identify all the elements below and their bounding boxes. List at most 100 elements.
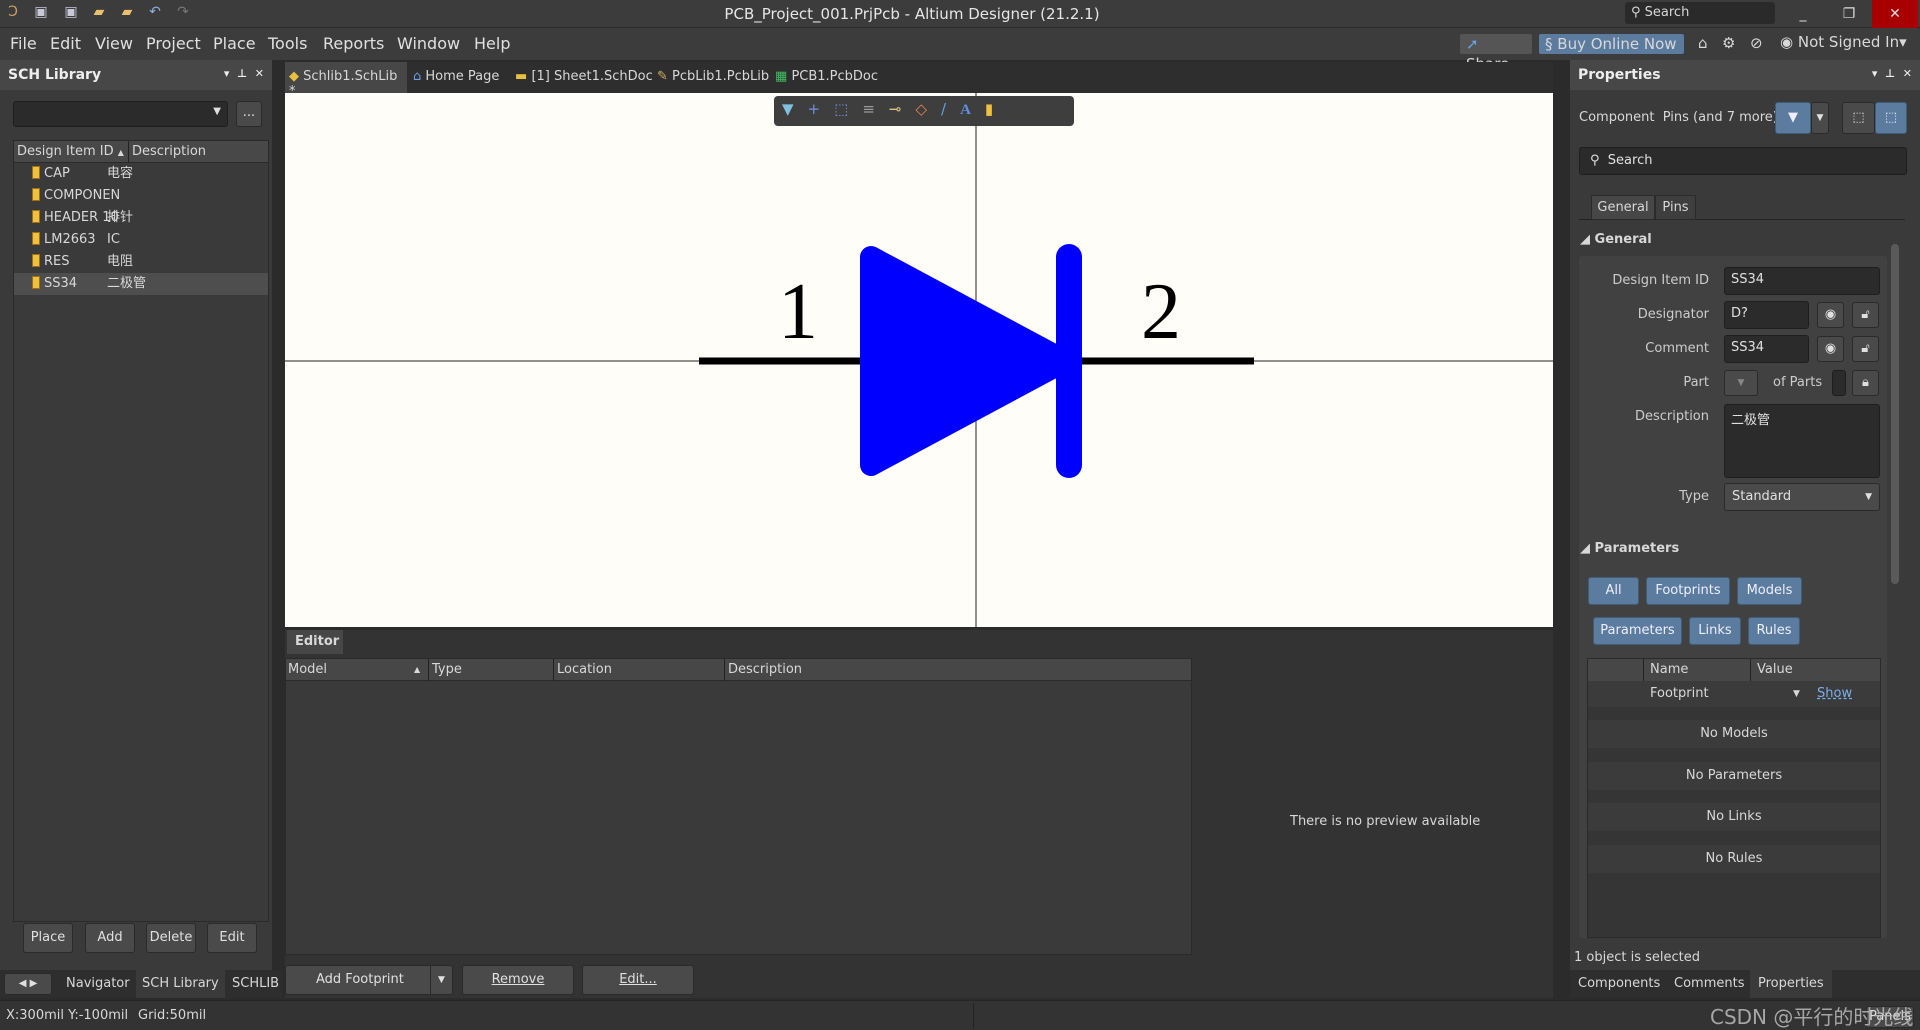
col-name[interactable]: Name <box>1643 659 1688 681</box>
comment-visibility-icon[interactable]: ◉ <box>1817 336 1844 362</box>
table-row[interactable]: Footprint ▼ Show <box>1588 681 1880 707</box>
add-button[interactable]: Add <box>85 923 135 953</box>
tab-editor[interactable]: Editor <box>287 630 343 654</box>
menu-place[interactable]: Place <box>213 34 256 53</box>
add-footprint-button[interactable]: Add Footprint ▼ <box>285 965 453 995</box>
buy-online-button[interactable]: § Buy Online Now <box>1539 34 1684 54</box>
list-item[interactable]: SS34 二极管 <box>14 273 268 295</box>
tab-schlib1[interactable]: ◆ Schlib1.SchLib * <box>285 62 407 99</box>
designator-visibility-icon[interactable]: ◉ <box>1817 302 1844 328</box>
edit-footprint-button[interactable]: Edit... <box>582 965 694 995</box>
place-button[interactable]: Place <box>23 923 73 953</box>
align-icon[interactable]: ≡ <box>862 100 889 118</box>
list-item[interactable]: COMPONEN <box>14 185 268 207</box>
notifications-icon[interactable]: ⊘ <box>1750 34 1763 52</box>
panel-controls-icon[interactable]: ▾ ⊥ ✕ <box>1872 67 1912 80</box>
tab-sch-library[interactable]: SCH Library <box>136 970 225 998</box>
col-design-item-id[interactable]: Design Item ID <box>17 144 114 159</box>
tab-pcb1[interactable]: ▦ PCB1.PcbDoc <box>775 69 878 84</box>
home-icon[interactable]: ⌂ <box>1698 34 1708 52</box>
type-dropdown[interactable]: Standard ▼ <box>1724 483 1880 511</box>
cross-icon[interactable]: + <box>808 100 835 118</box>
line-icon[interactable]: / <box>941 100 960 118</box>
tab-sheet1[interactable]: ▬ [1] Sheet1.SchDoc <box>515 69 653 84</box>
chevron-down-icon[interactable]: ▼ <box>1793 681 1800 707</box>
menu-edit[interactable]: Edit <box>50 34 81 53</box>
tab-components[interactable]: Components <box>1578 976 1660 991</box>
menu-project[interactable]: Project <box>146 34 201 53</box>
parts-count-field[interactable] <box>1832 370 1846 396</box>
browse-button[interactable]: ... <box>236 101 262 127</box>
filter-all-button[interactable]: All <box>1588 577 1639 605</box>
user-menu[interactable]: ◉ Not Signed In▾ <box>1780 33 1907 51</box>
menu-help[interactable]: Help <box>474 34 510 53</box>
comment-lock-icon[interactable]: 🔓︎ <box>1852 336 1879 362</box>
filter-icon[interactable]: ▼ <box>782 100 808 118</box>
col-location[interactable]: Location <box>553 659 612 681</box>
tab-schlib[interactable]: SCHLIB <box>232 976 279 991</box>
select-rect-icon[interactable]: ⬚ <box>834 100 862 118</box>
chevron-down-icon[interactable]: ▼ <box>430 966 452 994</box>
tab-navigator[interactable]: Navigator <box>66 976 130 991</box>
list-item[interactable]: HEADER 10 排针 <box>14 207 268 229</box>
designator-field[interactable]: D? <box>1724 301 1809 329</box>
designator-lock-icon[interactable]: 🔓︎ <box>1852 302 1879 328</box>
menu-file[interactable]: File <box>10 34 37 53</box>
col-model[interactable]: Model <box>288 659 327 681</box>
col-type[interactable]: Type <box>428 659 462 681</box>
edit-button[interactable]: Edit <box>207 923 257 953</box>
comment-field[interactable]: SS34 <box>1724 335 1809 363</box>
tab-comments[interactable]: Comments <box>1674 976 1744 991</box>
global-search[interactable]: ⚲ Search <box>1625 2 1775 24</box>
library-filter-dropdown[interactable]: ▼ <box>13 101 228 127</box>
remove-button[interactable]: Remove <box>462 965 574 995</box>
tab-scroll-arrows-icon[interactable]: ◀ ▶ <box>4 973 52 995</box>
filter-button[interactable]: ▼ <box>1775 102 1811 134</box>
col-value[interactable]: Value <box>1750 659 1793 681</box>
part-lock-icon[interactable]: 🔒︎ <box>1852 370 1879 396</box>
tab-pcblib1[interactable]: ✎ PcbLib1.PcbLib <box>657 69 769 84</box>
text-icon[interactable]: A <box>960 102 985 118</box>
properties-search[interactable]: ⚲ Search <box>1579 147 1907 175</box>
menu-reports[interactable]: Reports <box>323 34 384 53</box>
tab-pins[interactable]: Pins <box>1655 195 1696 220</box>
gear-icon[interactable]: ⚙ <box>1722 34 1735 52</box>
show-link[interactable]: Show <box>1817 681 1852 707</box>
col-description[interactable]: Description <box>724 659 802 681</box>
schematic-canvas[interactable]: 1 2 ▼+⬚≡⊸◇/A▮ <box>285 93 1553 627</box>
menu-tools[interactable]: Tools <box>268 34 307 53</box>
list-item[interactable]: LM2663 IC <box>14 229 268 251</box>
list-item[interactable]: CAP 电容 <box>14 163 268 185</box>
diode-triangle[interactable] <box>860 246 1076 476</box>
component-icon[interactable]: ▮ <box>985 100 1007 118</box>
parameters-section-header[interactable]: ◢ Parameters <box>1580 541 1679 556</box>
properties-scrollbar[interactable] <box>1891 232 1899 992</box>
delete-button[interactable]: Delete <box>146 923 196 953</box>
design-item-id-field[interactable]: SS34 <box>1724 267 1880 295</box>
share-button[interactable]: ➚ Share <box>1460 34 1532 73</box>
filter-dropdown[interactable]: ▼ <box>1811 102 1829 134</box>
description-field[interactable]: 二极管 <box>1724 404 1880 478</box>
filter-footprints-button[interactable]: Footprints <box>1646 577 1730 605</box>
eraser-icon[interactable]: ◇ <box>915 100 941 118</box>
tab-properties[interactable]: Properties <box>1750 970 1832 998</box>
menu-view[interactable]: View <box>95 34 133 53</box>
filter-parameters-button[interactable]: Parameters <box>1593 617 1682 645</box>
tab-general[interactable]: General <box>1591 195 1655 220</box>
filter-rules-button[interactable]: Rules <box>1748 617 1800 645</box>
tab-home-page[interactable]: ⌂ Home Page <box>413 69 499 84</box>
general-section-header[interactable]: ◢ General <box>1580 232 1652 247</box>
part-dropdown[interactable]: ▼ <box>1724 370 1758 396</box>
select-mode-active-button[interactable]: ⬚ <box>1875 102 1907 134</box>
restore-button[interactable]: ❐ <box>1826 0 1872 28</box>
filter-links-button[interactable]: Links <box>1689 617 1741 645</box>
filter-models-button[interactable]: Models <box>1737 577 1802 605</box>
menu-window[interactable]: Window <box>397 34 460 53</box>
pin-icon[interactable]: ⊸ <box>889 100 916 118</box>
panel-controls-icon[interactable]: ▾ ⊥ ✕ <box>224 67 264 80</box>
select-mode-button[interactable]: ⬚ <box>1842 102 1875 134</box>
minimize-button[interactable]: _ <box>1780 0 1826 28</box>
list-item[interactable]: RES 电阻 <box>14 251 268 273</box>
col-description[interactable]: Description <box>128 141 206 163</box>
close-button[interactable]: ✕ <box>1872 0 1918 28</box>
